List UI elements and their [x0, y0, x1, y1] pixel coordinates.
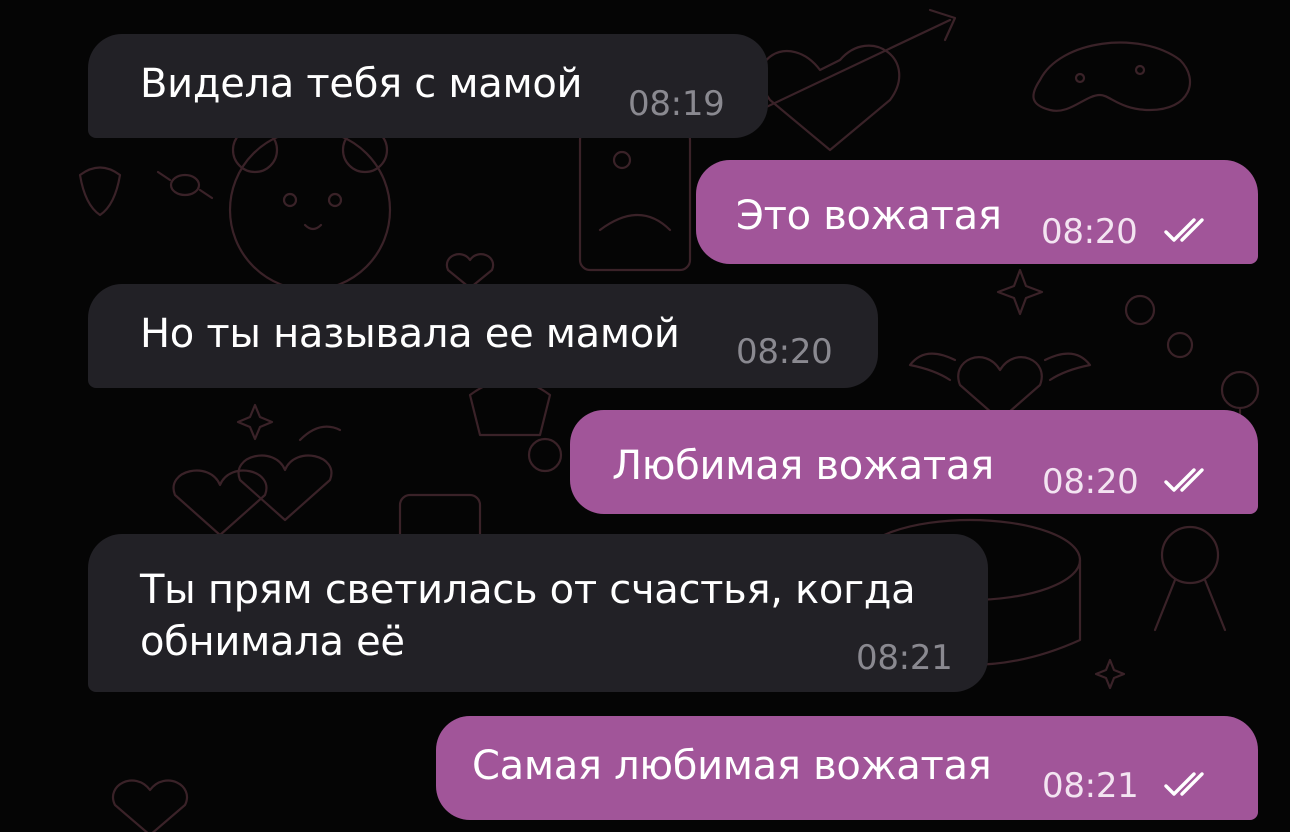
photo-card-icon — [578, 128, 692, 272]
message-bubble-incoming[interactable]: Видела тебя с мамой 08:19 — [88, 34, 768, 138]
double-check-icon — [1164, 468, 1204, 492]
double-check-icon — [1164, 218, 1204, 242]
message-time: 08:20 — [736, 332, 833, 372]
heart-arrow-icon — [758, 8, 957, 152]
double-check-icon — [1164, 772, 1204, 796]
cupcake-icon — [468, 378, 552, 437]
message-time: 08:21 — [856, 638, 953, 678]
message-text-line: Ты прям светилась от счастья, когда — [140, 567, 916, 613]
sleep-mask-icon — [1032, 41, 1191, 112]
message-time: 08:20 — [1041, 212, 1138, 252]
message-text-line: обнимала её — [140, 619, 405, 665]
message-text: Это вожатая — [736, 193, 1002, 239]
candy-icon — [156, 170, 214, 200]
message-bubble-outgoing[interactable]: Это вожатая 08:20 — [696, 160, 1258, 264]
message-bubble-outgoing[interactable]: Самая любимая вожатая 08:21 — [436, 716, 1258, 820]
message-bubble-outgoing[interactable]: Любимая вожатая 08:20 — [570, 410, 1258, 514]
message-time: 08:21 — [1042, 766, 1139, 806]
message-text: Но ты называла ее мамой — [140, 311, 680, 357]
message-time: 08:20 — [1042, 462, 1139, 502]
message-time: 08:19 — [628, 84, 725, 124]
message-text: Самая любимая вожатая — [472, 743, 992, 789]
message-text: Видела тебя с мамой — [140, 61, 583, 107]
message-bubble-incoming[interactable]: Ты прям светилась от счастья, когда обни… — [88, 534, 988, 692]
heart-glasses-icon — [172, 425, 342, 537]
message-text: Любимая вожатая — [612, 443, 994, 489]
bear-icon — [228, 126, 392, 292]
message-bubble-incoming[interactable]: Но ты называла ее мамой 08:20 — [88, 284, 878, 388]
award-ribbon-icon — [1153, 525, 1227, 632]
strawberry-icon — [78, 166, 122, 217]
